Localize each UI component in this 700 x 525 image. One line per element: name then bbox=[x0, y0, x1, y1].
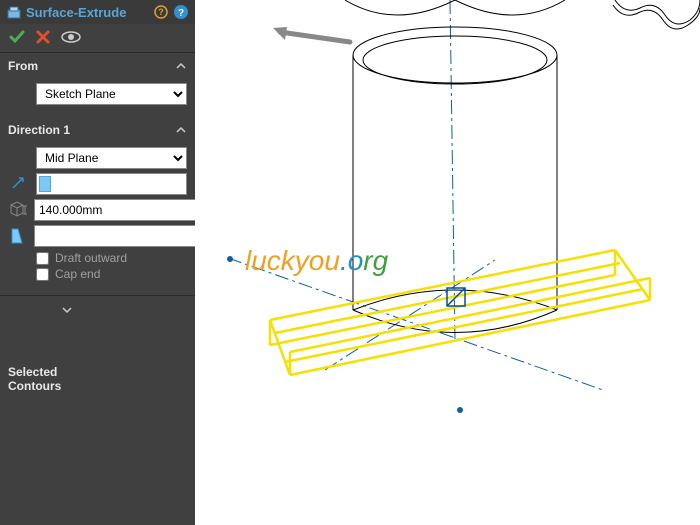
end-condition-select[interactable]: Mid Plane bbox=[36, 147, 187, 169]
watermark: luckyou.org bbox=[245, 245, 388, 278]
cap-end-label: Cap end bbox=[55, 267, 100, 281]
draft-angle-input[interactable] bbox=[34, 225, 199, 247]
depth-input[interactable] bbox=[34, 199, 199, 221]
draft-outward-checkbox[interactable] bbox=[36, 252, 49, 265]
depth-icon bbox=[8, 200, 28, 220]
help-icon[interactable]: ? bbox=[173, 4, 189, 20]
draft-icon[interactable] bbox=[8, 226, 28, 246]
from-section-header[interactable]: From bbox=[0, 53, 195, 77]
direction-vector-input[interactable] bbox=[36, 173, 187, 195]
direction1-label: Direction 1 bbox=[8, 123, 70, 137]
ok-button[interactable] bbox=[8, 28, 26, 46]
selected-contours-header[interactable]: Selected Contours bbox=[0, 295, 195, 462]
direction1-section-header[interactable]: Direction 1 bbox=[0, 117, 195, 141]
chevron-up-icon bbox=[175, 124, 187, 136]
color-swatch bbox=[39, 176, 51, 192]
feature-icon bbox=[6, 4, 22, 20]
svg-text:?: ? bbox=[158, 7, 164, 17]
from-label: From bbox=[8, 59, 38, 73]
selected-contours-label: Selected Contours bbox=[8, 365, 61, 393]
panel-title: Surface-Extrude bbox=[26, 5, 149, 20]
cancel-button[interactable] bbox=[34, 28, 52, 46]
chevron-up-icon bbox=[175, 60, 187, 72]
chevron-down-icon bbox=[61, 304, 187, 454]
cap-end-checkbox[interactable] bbox=[36, 268, 49, 281]
draft-outward-label: Draft outward bbox=[55, 251, 127, 265]
preview-button[interactable] bbox=[60, 28, 82, 46]
help-bubble-icon[interactable]: ? bbox=[153, 4, 169, 20]
from-select[interactable]: Sketch Plane bbox=[36, 83, 187, 105]
reverse-direction-icon[interactable] bbox=[8, 175, 30, 193]
svg-text:?: ? bbox=[178, 8, 184, 19]
graphics-viewport[interactable]: luckyou.org bbox=[195, 0, 700, 525]
